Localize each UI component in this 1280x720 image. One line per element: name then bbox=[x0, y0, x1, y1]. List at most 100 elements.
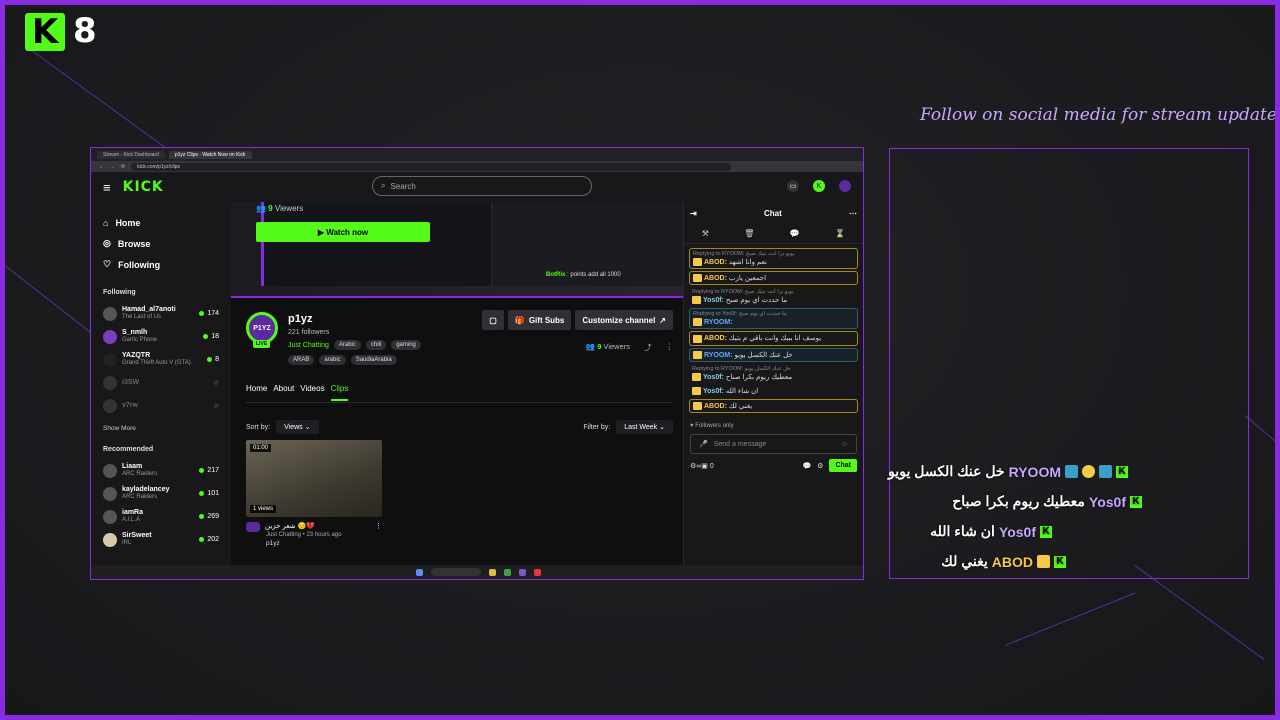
chat-username[interactable]: ABOD bbox=[704, 335, 725, 342]
chrome-icon[interactable] bbox=[503, 568, 511, 576]
sidebar-item-home[interactable]: ⌂ Home bbox=[103, 212, 219, 233]
tag[interactable]: arabic bbox=[319, 355, 346, 365]
chat-username[interactable]: Yos0f bbox=[703, 374, 722, 381]
chat-message[interactable]: Replying to Yos0f: ما حددت اي يوم صبح RYO… bbox=[689, 308, 858, 330]
channel-item[interactable]: iamRa A.I.L.A 269 bbox=[103, 505, 219, 528]
tag[interactable]: gaming bbox=[391, 340, 421, 350]
avatar bbox=[103, 532, 117, 547]
chat-username[interactable]: Yos0f bbox=[703, 388, 722, 395]
chat-username[interactable]: RYOOM bbox=[704, 352, 730, 359]
channel-item[interactable]: SirSweet IRL 202 bbox=[103, 528, 219, 551]
stream-preview[interactable]: 👥 9 Viewers ▶ Watch now BotRix : points … bbox=[231, 202, 685, 298]
chat-username[interactable]: ABOD bbox=[704, 275, 725, 282]
channel-item[interactable]: Liaam ARC Raiders 217 bbox=[103, 459, 219, 482]
tab-home[interactable]: Home bbox=[246, 384, 267, 401]
chat-message[interactable]: ABOD: يغني لك bbox=[689, 399, 858, 414]
url-field[interactable]: kick.com/p1yz/clips bbox=[131, 162, 732, 171]
app-icon[interactable] bbox=[533, 568, 541, 576]
kick-header: ≡ KICK ⌕ Search ▭ K bbox=[91, 172, 863, 202]
offline-icon: ⊘ bbox=[213, 402, 219, 410]
chat-username[interactable]: Yos0f bbox=[703, 297, 722, 304]
folder-icon[interactable] bbox=[488, 568, 496, 576]
viewer-count: 202 bbox=[207, 536, 219, 543]
square-button[interactable]: ▢ bbox=[482, 310, 504, 330]
chat-message[interactable]: RYOOM: خل عنك الكسل يويو bbox=[689, 347, 858, 362]
stream-thumbnail bbox=[261, 202, 491, 286]
channel-item[interactable]: S_nmlh Gartic Phone 18 bbox=[103, 325, 219, 348]
more-icon[interactable]: ⋯ bbox=[849, 209, 857, 218]
channel-item[interactable]: kayladelancey ARC Raiders 101 bbox=[103, 482, 219, 505]
tag[interactable]: ARAB bbox=[288, 355, 315, 365]
chat-input[interactable]: 🎤 Send a message ☺ bbox=[690, 434, 857, 455]
points-icon[interactable]: ⚙∞ bbox=[690, 462, 701, 470]
tab-videos[interactable]: Videos bbox=[300, 384, 324, 401]
chat-message[interactable]: Replying to RYOOM: خل عنك الكسل يويو Yos0… bbox=[689, 364, 858, 383]
chat-message[interactable]: ABOD: اجمعين يارب bbox=[689, 271, 858, 286]
hammer-icon[interactable]: ⚒ bbox=[702, 229, 709, 238]
clip-user[interactable]: p1yz bbox=[266, 540, 382, 547]
chat-username[interactable]: ABOD bbox=[704, 403, 725, 410]
badge-icon bbox=[1082, 465, 1095, 478]
channel-name: iamRa bbox=[122, 509, 144, 517]
chat-message[interactable]: Replying to RYOOM: يويو ترا انت بتيك صبح… bbox=[689, 248, 858, 270]
browser-tab-active[interactable]: p1yz Clips - Watch Now on Kick bbox=[168, 150, 252, 159]
channel-item[interactable]: v7rw ⊘ bbox=[103, 394, 219, 417]
menu-icon[interactable]: ≡ bbox=[103, 180, 111, 195]
clip-title[interactable]: شعر حزين 😔💔 bbox=[265, 522, 315, 532]
show-more-button[interactable]: Show More bbox=[103, 425, 219, 432]
channel-item[interactable]: YAZQTR Grand Theft Auto V (GTA) 8 bbox=[103, 348, 219, 371]
chat-username[interactable]: RYOOM bbox=[704, 319, 730, 326]
app-icon[interactable] bbox=[518, 568, 526, 576]
reply-context: Replying to Yos0f: ما حددت اي يوم صبح bbox=[693, 311, 787, 318]
browser-tabbar: Stream - Kick Dashboard p1yz Clips - Wat… bbox=[91, 148, 863, 161]
forward-icon[interactable]: → bbox=[110, 164, 115, 170]
back-icon[interactable]: ← bbox=[99, 164, 104, 170]
tag[interactable]: SaudiaArabia bbox=[350, 355, 397, 365]
gear-icon[interactable]: ⚙ bbox=[817, 462, 823, 470]
taskbar-search[interactable] bbox=[430, 568, 481, 576]
trash-icon[interactable]: 🗑 bbox=[744, 229, 754, 238]
filter-dropdown[interactable]: Last Week ⌄ bbox=[616, 420, 673, 434]
avatar[interactable] bbox=[839, 180, 851, 192]
watch-now-button[interactable]: ▶ Watch now bbox=[256, 222, 430, 242]
tag[interactable]: Arabic bbox=[333, 340, 361, 350]
chat-username[interactable]: ABOD bbox=[704, 259, 725, 266]
customize-channel-button[interactable]: Customize channel ↗ bbox=[575, 310, 673, 330]
more-icon[interactable]: ⋮ bbox=[666, 342, 674, 353]
chat-bubble-icon[interactable]: 💬 bbox=[802, 462, 811, 470]
avatar bbox=[103, 375, 117, 390]
followers-only: ♥ Followers only bbox=[690, 423, 734, 430]
gift-subs-button[interactable]: 🎁 Gift Subs bbox=[507, 310, 572, 330]
share-icon[interactable]: ⤴ bbox=[644, 342, 652, 353]
clip-card[interactable]: 01:00 1 views شعر حزين 😔💔 ⋮ Just Chatting… bbox=[246, 440, 382, 547]
channel-item[interactable]: i3SW ⊘ bbox=[103, 371, 219, 394]
screen-icon[interactable]: ▭ bbox=[787, 180, 799, 192]
kick-icon[interactable]: K bbox=[813, 180, 825, 192]
sidebar-item-browse[interactable]: ◎ Browse bbox=[103, 233, 219, 254]
tab-about[interactable]: About bbox=[273, 384, 294, 401]
offline-icon: ⊘ bbox=[213, 379, 219, 387]
tab-clips[interactable]: Clips bbox=[330, 384, 349, 401]
channel-item[interactable]: Hamad_al7anoti The Last of Us 174 bbox=[103, 302, 219, 325]
tag[interactable]: chill bbox=[365, 340, 387, 350]
search-icon: ⌕ bbox=[381, 181, 386, 190]
chat-message[interactable]: ABOD: يوسف انا بيبك وانت باقي م بتيك bbox=[689, 331, 858, 346]
kick-brand[interactable]: KICK bbox=[123, 179, 164, 195]
chat-message[interactable]: Yos0f: ان شاء الله bbox=[689, 385, 858, 397]
start-icon[interactable] bbox=[415, 568, 423, 576]
chat-send-button[interactable]: Chat bbox=[829, 459, 857, 473]
chat-bubble-icon[interactable]: 💬 bbox=[790, 229, 800, 238]
category-link[interactable]: Just Chatting bbox=[288, 342, 329, 349]
chat-message[interactable]: Replying to RYOOM: يويو ترا انت بتيك صبح… bbox=[689, 287, 858, 306]
emoji-icon[interactable]: ☺ bbox=[841, 441, 848, 448]
collapse-icon[interactable]: ⇥ bbox=[690, 209, 697, 218]
browser-tab[interactable]: Stream - Kick Dashboard bbox=[97, 150, 165, 159]
sort-dropdown[interactable]: Views ⌄ bbox=[276, 420, 319, 434]
clip-thumbnail[interactable]: 01:00 1 views bbox=[246, 440, 382, 517]
search-input[interactable]: ⌕ Search bbox=[372, 176, 592, 196]
sidebar-item-following[interactable]: ♡ Following bbox=[103, 254, 219, 275]
more-icon[interactable]: ⋮ bbox=[375, 522, 382, 532]
mic-icon[interactable]: 🎤 bbox=[699, 440, 708, 448]
reload-icon[interactable]: ⟳ bbox=[121, 164, 125, 170]
hourglass-icon[interactable]: ⌛ bbox=[835, 229, 845, 238]
